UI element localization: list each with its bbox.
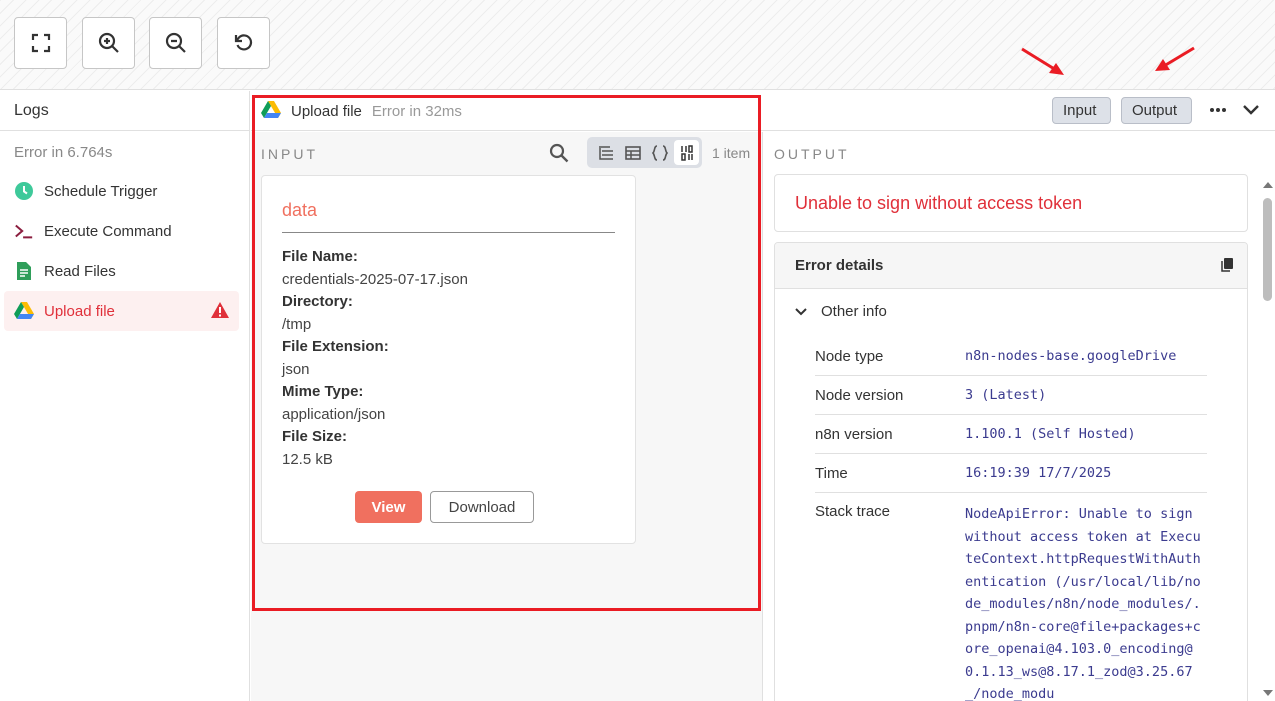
output-pane: OUTPUT Unable to sign without access tok… — [764, 132, 1275, 701]
google-drive-icon — [261, 101, 281, 121]
run-details-header: Upload file Error in 32ms Input Output — [251, 91, 1275, 131]
warning-icon — [211, 302, 229, 322]
info-value: 16:19:39 17/7/2025 — [965, 465, 1112, 481]
info-key: Node version — [815, 386, 904, 404]
field-key: File Size: — [282, 428, 348, 445]
fullscreen-icon — [31, 33, 50, 53]
clock-icon — [14, 181, 34, 201]
zoom-out-icon — [165, 32, 186, 53]
info-row: Node type n8n-nodes-base.googleDrive — [815, 337, 1207, 376]
file-icon — [14, 261, 34, 281]
output-toggle-button[interactable]: Output — [1121, 97, 1192, 124]
log-item-label: Schedule Trigger — [44, 182, 158, 200]
divider — [282, 232, 615, 233]
file-fields: File Name: credentials-2025-07-17.json D… — [282, 246, 468, 471]
field-value: credentials-2025-07-17.json — [282, 270, 468, 288]
scroll-down-icon[interactable] — [1261, 688, 1275, 698]
error-details-header: Error details — [775, 243, 1247, 289]
info-key: Stack trace — [815, 503, 891, 520]
field-key: File Name: — [282, 248, 358, 265]
field-key: Mime Type: — [282, 383, 364, 400]
display-mode-toggle — [587, 137, 702, 168]
info-value: 1.100.1 (Self Hosted) — [965, 426, 1136, 442]
reset-zoom-button[interactable] — [217, 17, 270, 69]
fit-view-button[interactable] — [14, 17, 67, 69]
zoom-out-button[interactable] — [149, 17, 202, 69]
stack-trace-value: NodeApiError: Unable to sign without acc… — [965, 506, 1201, 701]
log-item-label: Read Files — [44, 262, 116, 280]
binary-data-card: data File Name: credentials-2025-07-17.j… — [261, 175, 636, 544]
field-value: json — [282, 360, 310, 378]
braces-icon — [651, 144, 668, 161]
json-view-button[interactable] — [647, 140, 672, 165]
field-key: Directory: — [282, 293, 353, 310]
output-scrollbar[interactable] — [1261, 180, 1275, 701]
field-value: application/json — [282, 405, 386, 423]
chevron-down-icon[interactable] — [1241, 99, 1261, 121]
item-count: 1 item — [712, 145, 751, 161]
info-key: Node type — [815, 347, 884, 365]
annotation-arrow-icon — [1155, 46, 1195, 71]
card-title: data — [282, 200, 318, 220]
info-value: n8n-nodes-base.googleDrive — [965, 348, 1177, 364]
annotation-arrow-icon — [1021, 47, 1064, 75]
logs-title: Logs — [0, 91, 249, 131]
undo-icon — [234, 34, 252, 51]
google-drive-icon — [14, 301, 34, 321]
logs-panel: Logs Error in 6.764s Schedule Trigger Ex… — [0, 91, 250, 701]
error-details-panel: Error details Other info Node type n8n-n… — [774, 242, 1248, 701]
table-view-button[interactable] — [620, 140, 645, 165]
node-name: Upload file — [291, 102, 362, 120]
log-item-label: Execute Command — [44, 222, 172, 240]
input-toggle-button[interactable]: Input — [1052, 97, 1111, 124]
other-info-toggle[interactable]: Other info — [795, 303, 887, 320]
view-button[interactable]: View — [355, 491, 422, 523]
binary-view-button[interactable] — [674, 140, 699, 165]
schema-view-button[interactable] — [593, 140, 618, 165]
copy-icon[interactable] — [1221, 258, 1233, 272]
zoom-in-icon — [98, 32, 119, 53]
scroll-up-icon[interactable] — [1261, 180, 1275, 190]
log-item-schedule-trigger[interactable]: Schedule Trigger — [4, 171, 239, 211]
input-pane: INPUT 1 item data File Name: credentials… — [251, 132, 763, 701]
search-icon[interactable] — [549, 143, 569, 163]
terminal-icon — [14, 221, 34, 241]
field-value: 12.5 kB — [282, 450, 333, 468]
log-item-read-files[interactable]: Read Files — [4, 251, 239, 291]
chevron-down-icon — [795, 307, 807, 315]
node-title: Upload file Error in 32ms — [261, 91, 462, 131]
error-message: Unable to sign without access token — [774, 174, 1248, 232]
table-icon — [624, 145, 641, 160]
error-details-title: Error details — [795, 257, 884, 274]
field-key: File Extension: — [282, 338, 389, 355]
info-row: Time 16:19:39 17/7/2025 — [815, 454, 1207, 493]
other-info-label: Other info — [821, 303, 887, 320]
field-value: /tmp — [282, 315, 312, 333]
info-key: Time — [815, 464, 848, 482]
output-label: OUTPUT — [774, 146, 850, 162]
zoom-in-button[interactable] — [82, 17, 135, 69]
execution-status: Error in 6.764s — [14, 144, 113, 161]
info-row: Stack trace NodeApiError: Unable to sign… — [815, 493, 1207, 701]
scroll-thumb[interactable] — [1263, 198, 1272, 301]
log-item-label: Upload file — [44, 302, 115, 320]
info-table: Node type n8n-nodes-base.googleDrive Nod… — [815, 337, 1207, 701]
binary-icon — [680, 144, 693, 161]
log-item-upload-file[interactable]: Upload file — [4, 291, 239, 331]
download-button[interactable]: Download — [430, 491, 534, 523]
more-options-icon[interactable] — [1209, 99, 1227, 121]
input-label: INPUT — [261, 146, 318, 162]
canvas-area — [0, 0, 1275, 90]
log-item-execute-command[interactable]: Execute Command — [4, 211, 239, 251]
info-value: 3 (Latest) — [965, 387, 1047, 403]
schema-icon — [598, 145, 613, 160]
node-execution-time: Error in 32ms — [371, 102, 462, 120]
info-row: Node version 3 (Latest) — [815, 376, 1207, 415]
info-row: n8n version 1.100.1 (Self Hosted) — [815, 415, 1207, 454]
info-key: n8n version — [815, 425, 893, 443]
